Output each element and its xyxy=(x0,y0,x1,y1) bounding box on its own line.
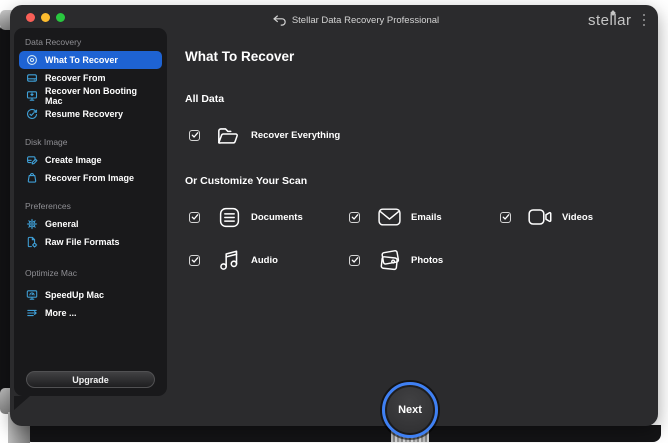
image-bag-icon xyxy=(25,172,38,185)
sidebar-item-speedup-mac[interactable]: SpeedUp Mac xyxy=(19,286,162,304)
photos-checkbox[interactable] xyxy=(349,255,360,266)
video-camera-icon xyxy=(527,204,553,230)
emails-checkbox[interactable] xyxy=(349,212,360,223)
sidebar-item-label: More ... xyxy=(45,308,77,318)
checkmark-icon xyxy=(351,213,359,221)
drive-icon xyxy=(25,72,38,85)
close-button[interactable] xyxy=(26,13,35,22)
menu-kebab-icon[interactable] xyxy=(640,11,649,30)
sidebar-section-preferences: Preferences xyxy=(14,198,167,215)
envelope-icon xyxy=(376,204,402,230)
emails-item: Emails xyxy=(345,204,496,230)
stellar-logo: stellar xyxy=(588,12,632,29)
sidebar-item-recover-from-image[interactable]: Recover From Image xyxy=(19,169,162,187)
checkmark-icon xyxy=(351,256,359,264)
all-data-heading: All Data xyxy=(185,93,644,105)
sidebar-item-raw-file-formats[interactable]: Raw File Formats xyxy=(19,233,162,251)
sidebar-section-optimize-mac: Optimize Mac xyxy=(14,265,167,282)
videos-item: Videos xyxy=(496,204,644,230)
page-title: What To Recover xyxy=(185,49,644,64)
sidebar-item-label: Recover Non Booting Mac xyxy=(45,86,156,106)
checkmark-icon xyxy=(191,131,199,139)
audio-checkbox[interactable] xyxy=(189,255,200,266)
recover-everything-checkbox[interactable] xyxy=(189,130,200,141)
sidebar-item-label: General xyxy=(45,219,79,229)
sidebar-item-label: Recover From xyxy=(45,73,106,83)
screenshot-canvas: Stellar Data Recovery Professional stell… xyxy=(0,0,668,443)
sidebar-item-label: SpeedUp Mac xyxy=(45,290,104,300)
more-icon xyxy=(25,307,38,320)
recover-everything-item: Recover Everything xyxy=(185,122,644,148)
sidebar-item-resume-recovery[interactable]: Resume Recovery xyxy=(19,105,162,123)
documents-item: Documents xyxy=(185,204,345,230)
emails-label: Emails xyxy=(411,212,442,223)
folder-icon xyxy=(216,122,242,148)
sidebar-section-disk-image: Disk Image xyxy=(14,134,167,151)
sidebar-item-label: Raw File Formats xyxy=(45,237,120,247)
stellar-logo-text: stellar xyxy=(588,12,632,29)
document-lines-icon xyxy=(216,204,242,230)
create-image-icon xyxy=(25,154,38,167)
upgrade-button[interactable]: Upgrade xyxy=(26,371,155,388)
sidebar-item-general[interactable]: General xyxy=(19,215,162,233)
customize-grid: Documents Emails xyxy=(185,204,644,273)
photos-label: Photos xyxy=(411,255,443,266)
sidebar-item-label: Create Image xyxy=(45,155,102,165)
logo-area: stellar xyxy=(588,5,648,35)
sidebar-item-what-to-recover[interactable]: What To Recover xyxy=(19,51,162,69)
audio-item: Audio xyxy=(185,247,345,273)
resume-icon xyxy=(25,108,38,121)
sidebar: Data Recovery What To Recover Recover Fr… xyxy=(14,28,167,396)
back-arrow-icon[interactable] xyxy=(273,15,287,26)
photos-item: Photos xyxy=(345,247,496,273)
checkmark-icon xyxy=(191,256,199,264)
documents-label: Documents xyxy=(251,212,303,223)
videos-label: Videos xyxy=(562,212,593,223)
mac-display-icon xyxy=(25,90,38,103)
photo-stack-icon xyxy=(376,247,402,273)
sidebar-item-create-image[interactable]: Create Image xyxy=(19,151,162,169)
all-data-section: All Data Recover Everything xyxy=(185,93,644,148)
titlebar-center: Stellar Data Recovery Professional xyxy=(273,5,439,35)
audio-label: Audio xyxy=(251,255,278,266)
window-title: Stellar Data Recovery Professional xyxy=(292,15,439,26)
sidebar-tail xyxy=(14,396,30,410)
sidebar-item-label: What To Recover xyxy=(45,55,118,65)
sidebar-section-data-recovery: Data Recovery xyxy=(14,34,167,51)
music-note-icon xyxy=(216,247,242,273)
videos-checkbox[interactable] xyxy=(500,212,511,223)
zoom-button[interactable] xyxy=(56,13,65,22)
gear-icon xyxy=(25,218,38,231)
sidebar-item-recover-from[interactable]: Recover From xyxy=(19,69,162,87)
window-bottom-strip xyxy=(28,425,661,442)
checkmark-icon xyxy=(502,213,510,221)
documents-checkbox[interactable] xyxy=(189,212,200,223)
app-window: Stellar Data Recovery Professional stell… xyxy=(10,5,658,426)
traffic-lights xyxy=(26,13,65,22)
sidebar-item-label: Recover From Image xyxy=(45,173,134,183)
checkmark-icon xyxy=(191,213,199,221)
speedup-icon xyxy=(25,289,38,302)
minimize-button[interactable] xyxy=(41,13,50,22)
sidebar-item-label: Resume Recovery xyxy=(45,109,123,119)
raw-file-icon xyxy=(25,236,38,249)
recover-everything-label: Recover Everything xyxy=(251,130,340,141)
sidebar-item-more[interactable]: More ... xyxy=(19,304,162,322)
target-icon xyxy=(25,54,38,67)
main-content: What To Recover All Data Recover Everyth… xyxy=(185,49,644,273)
customize-heading: Or Customize Your Scan xyxy=(185,175,644,187)
next-button[interactable]: Next xyxy=(382,382,438,438)
sidebar-item-recover-non-booting-mac[interactable]: Recover Non Booting Mac xyxy=(19,87,162,105)
